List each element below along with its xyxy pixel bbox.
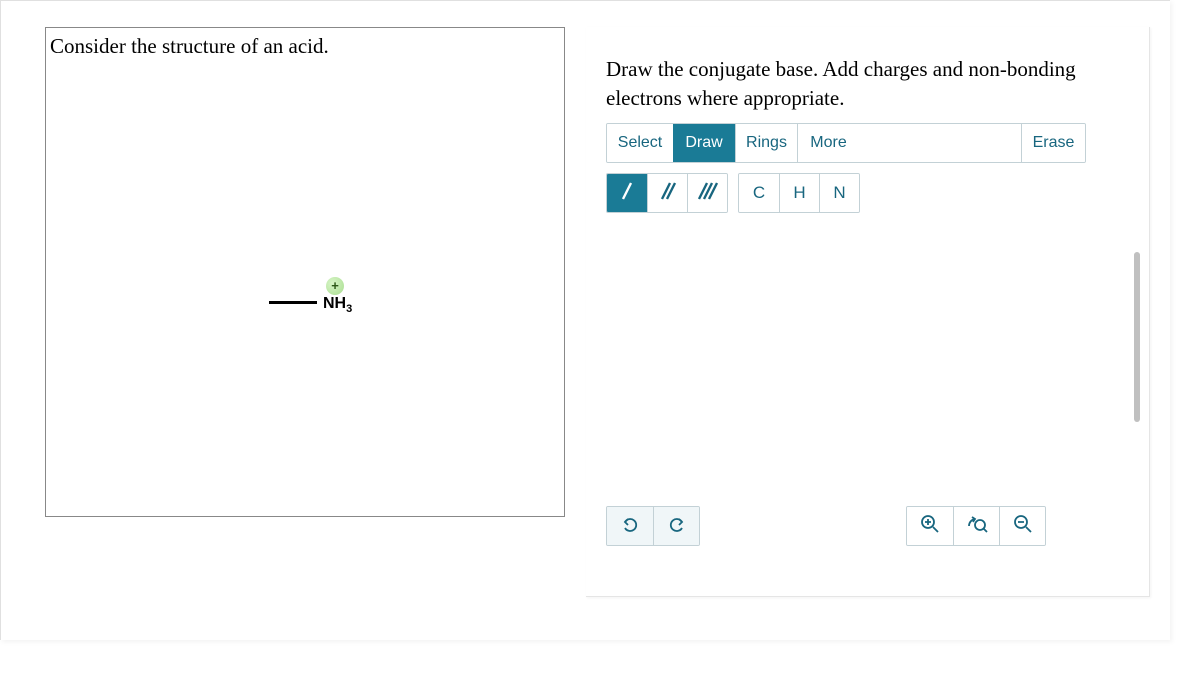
- zoom-out-button[interactable]: [999, 507, 1045, 545]
- zoom-in-button[interactable]: [907, 507, 953, 545]
- zoom-reset-icon: [966, 514, 988, 539]
- tool-toolbar: C H N: [606, 173, 860, 213]
- scrollbar-thumb[interactable]: [1134, 252, 1140, 422]
- atom-c-button[interactable]: C: [739, 174, 779, 212]
- atom-group: C H N: [738, 173, 860, 213]
- history-group: [606, 506, 700, 546]
- tab-draw[interactable]: Draw: [673, 124, 735, 162]
- structure-panel: Consider the structure of an acid. + NH3: [45, 27, 565, 517]
- positive-charge-icon: +: [326, 277, 344, 295]
- question-container: Consider the structure of an acid. + NH3…: [0, 0, 1170, 640]
- toolbar-spacer: [859, 124, 1021, 162]
- redo-icon: [667, 514, 687, 539]
- redo-button[interactable]: [653, 507, 699, 545]
- drawing-instruction: Draw the conjugate base. Add charges and…: [606, 55, 1126, 114]
- bond-line: [269, 301, 317, 304]
- single-bond-button[interactable]: [607, 174, 647, 212]
- single-bond-icon: [618, 180, 636, 207]
- double-bond-icon: [658, 180, 678, 207]
- bottom-toolbar: [606, 506, 1086, 546]
- triple-bond-icon: [696, 180, 720, 207]
- zoom-out-icon: [1013, 514, 1033, 539]
- tab-rings[interactable]: Rings: [735, 124, 797, 162]
- atom-h-button[interactable]: H: [779, 174, 819, 212]
- drawing-panel: Draw the conjugate base. Add charges and…: [586, 27, 1150, 597]
- bond-group: [606, 173, 728, 213]
- zoom-in-icon: [920, 514, 940, 539]
- canvas-scrollbar[interactable]: [1134, 252, 1140, 437]
- tab-more[interactable]: More: [797, 124, 859, 162]
- nh3-label: NH3: [323, 295, 352, 315]
- mode-toolbar: Select Draw Rings More Erase: [606, 123, 1086, 163]
- zoom-group: [906, 506, 1046, 546]
- triple-bond-button[interactable]: [687, 174, 727, 212]
- undo-button[interactable]: [607, 507, 653, 545]
- double-bond-button[interactable]: [647, 174, 687, 212]
- undo-icon: [620, 514, 640, 539]
- tab-select[interactable]: Select: [607, 124, 673, 162]
- tab-erase[interactable]: Erase: [1021, 124, 1085, 162]
- zoom-reset-button[interactable]: [953, 507, 999, 545]
- atom-n-button[interactable]: N: [819, 174, 859, 212]
- structure-prompt: Consider the structure of an acid.: [50, 34, 329, 59]
